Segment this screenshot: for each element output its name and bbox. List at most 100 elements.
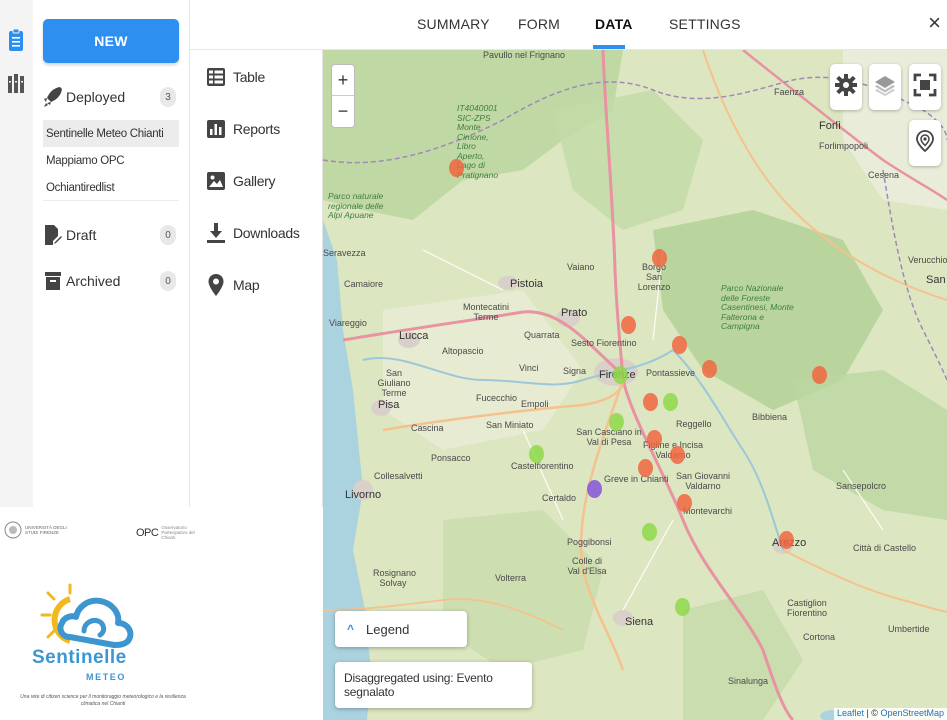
subnav-label: Downloads — [233, 225, 300, 241]
map-label: Castelfiorentino — [511, 461, 574, 471]
zoom-out-button[interactable]: − — [332, 96, 354, 127]
attribution-separator: | © — [863, 708, 881, 718]
map-label: Cesena — [868, 170, 900, 180]
map-park-label: IT4040001 SIC-ZPS Monte Cimone, Libro Ap… — [457, 103, 499, 180]
subnav-label: Gallery — [233, 173, 276, 189]
archived-label: Archived — [66, 273, 121, 289]
close-icon[interactable]: × — [928, 12, 941, 34]
map-marker-red[interactable] — [652, 249, 667, 267]
disaggregation-selector[interactable]: Disaggregated using: Evento segnalato — [335, 662, 532, 708]
osm-link[interactable]: OpenStreetMap — [880, 708, 944, 718]
subnav-label: Reports — [233, 121, 280, 137]
deployed-count: 3 — [160, 87, 176, 107]
project-sidebar: NEW Deployed 3 Sentinelle Meteo Chianti … — [33, 0, 190, 507]
disaggregation-label: Disaggregated using: Evento segnalato — [344, 671, 493, 699]
legend-label: Legend — [366, 621, 410, 637]
opc-name: Osservatorio Partecipativo del Chianti — [161, 525, 195, 540]
deployed-group[interactable]: Deployed 3 — [43, 84, 179, 110]
tab-settings[interactable]: SETTINGS — [669, 16, 741, 32]
map-label: Greve in Chianti — [604, 474, 669, 484]
subnav-downloads[interactable]: Downloads — [207, 220, 300, 246]
map-marker-green[interactable] — [609, 413, 624, 431]
left-rail — [0, 0, 33, 507]
project-item[interactable]: Mappiamo OPC — [43, 147, 179, 174]
project-header: SUMMARY FORM DATA SETTINGS × — [190, 0, 947, 50]
map-marker-red[interactable] — [647, 430, 662, 448]
subnav-reports[interactable]: Reports — [207, 116, 280, 142]
logo-title: Sentinelle — [32, 647, 127, 668]
archived-group[interactable]: Archived 0 — [43, 268, 179, 294]
layers-button[interactable] — [869, 64, 901, 110]
map-park-label: Parco naturale regionale delle Alpi Apua… — [328, 191, 384, 220]
new-project-button[interactable]: NEW — [43, 19, 179, 63]
map-marker-red[interactable] — [638, 459, 653, 477]
map-label: Empoli — [521, 399, 549, 409]
map-label: Sesto Fiorentino — [571, 338, 637, 348]
map-marker-red[interactable] — [643, 393, 658, 411]
download-icon — [207, 223, 225, 243]
map-label: Cortona — [803, 632, 836, 642]
map-marker-red[interactable] — [621, 316, 636, 334]
map-label: Pontassieve — [646, 368, 696, 378]
map-label: Sansepolcro — [836, 481, 887, 491]
map-label: San Ma — [926, 274, 947, 286]
map-label: Volterra — [495, 573, 527, 583]
map-label: Cascina — [411, 423, 444, 433]
zoom-in-button[interactable]: + — [332, 65, 354, 96]
subnav-gallery[interactable]: Gallery — [207, 168, 276, 194]
map-label: Camaiore — [344, 279, 384, 289]
draft-group[interactable]: Draft 0 — [43, 222, 179, 248]
chevron-up-icon: ^ — [347, 622, 355, 636]
map-label: Pavullo nel Frignano — [483, 50, 566, 60]
deployed-label: Deployed — [66, 89, 126, 105]
map-marker-red[interactable] — [702, 360, 717, 378]
map-label: San Miniato — [486, 420, 534, 430]
fullscreen-button[interactable] — [909, 64, 941, 110]
deployed-project-list: Sentinelle Meteo Chianti Mappiamo OPC Oc… — [43, 120, 179, 201]
map-label: Certaldo — [542, 493, 577, 503]
map-marker-green[interactable] — [613, 366, 628, 384]
logo-tagline: Una rete di citizen science per il monit… — [20, 694, 186, 707]
map-label: Viareggio — [329, 318, 367, 328]
subnav-table[interactable]: Table — [207, 64, 265, 90]
map-marker-green[interactable] — [529, 445, 544, 463]
clipboard-icon[interactable] — [4, 27, 28, 53]
data-subnav: Table Reports Gallery Downloads Map — [190, 50, 323, 507]
map-marker-red[interactable] — [779, 531, 794, 549]
map-marker-red[interactable] — [677, 494, 692, 512]
layers-icon — [874, 74, 896, 101]
map-label: Seravezza — [323, 248, 366, 258]
subnav-map[interactable]: Map — [207, 272, 260, 298]
opc-logo-text: OPC — [136, 526, 159, 539]
map-view[interactable]: Pavullo nel Frignano Faenza Forlì Forlim… — [323, 50, 947, 720]
logo-subtitle: METEO — [86, 672, 127, 682]
legend-toggle[interactable]: ^ Legend — [335, 611, 467, 647]
tab-data[interactable]: DATA — [595, 16, 633, 32]
map-label: San Giuliano Terme — [377, 368, 411, 398]
map-marker-red[interactable] — [670, 446, 685, 464]
map-settings-button[interactable] — [830, 64, 862, 110]
project-item[interactable]: Ochiantiredlist — [43, 174, 179, 201]
map-label: Altopascio — [442, 346, 484, 356]
map-marker-green[interactable] — [663, 393, 678, 411]
project-item[interactable]: Sentinelle Meteo Chianti — [43, 120, 179, 147]
map-marker-purple[interactable] — [587, 480, 602, 498]
map-marker-red[interactable] — [672, 336, 687, 354]
bar-chart-icon — [207, 119, 225, 139]
map-label: Fucecchio — [476, 393, 518, 403]
archived-count: 0 — [160, 271, 176, 291]
tab-form[interactable]: FORM — [518, 16, 560, 32]
library-icon[interactable] — [4, 70, 28, 96]
map-marker-red[interactable] — [449, 159, 464, 177]
map-marker-red[interactable] — [812, 366, 827, 384]
draft-document-icon — [43, 224, 63, 246]
map-label: Città di Castello — [853, 543, 917, 553]
map-label: Vaiano — [567, 262, 595, 272]
university-name: UNIVERSITÀ DEGLI STUDI FIRENZE — [25, 525, 67, 535]
map-marker-green[interactable] — [675, 598, 690, 616]
leaflet-link[interactable]: Leaflet — [837, 708, 864, 718]
map-marker-green[interactable] — [642, 523, 657, 541]
tab-summary[interactable]: SUMMARY — [417, 16, 490, 32]
map-label: Forlimpopoli — [819, 141, 869, 151]
heatmap-toggle-button[interactable] — [909, 120, 941, 166]
